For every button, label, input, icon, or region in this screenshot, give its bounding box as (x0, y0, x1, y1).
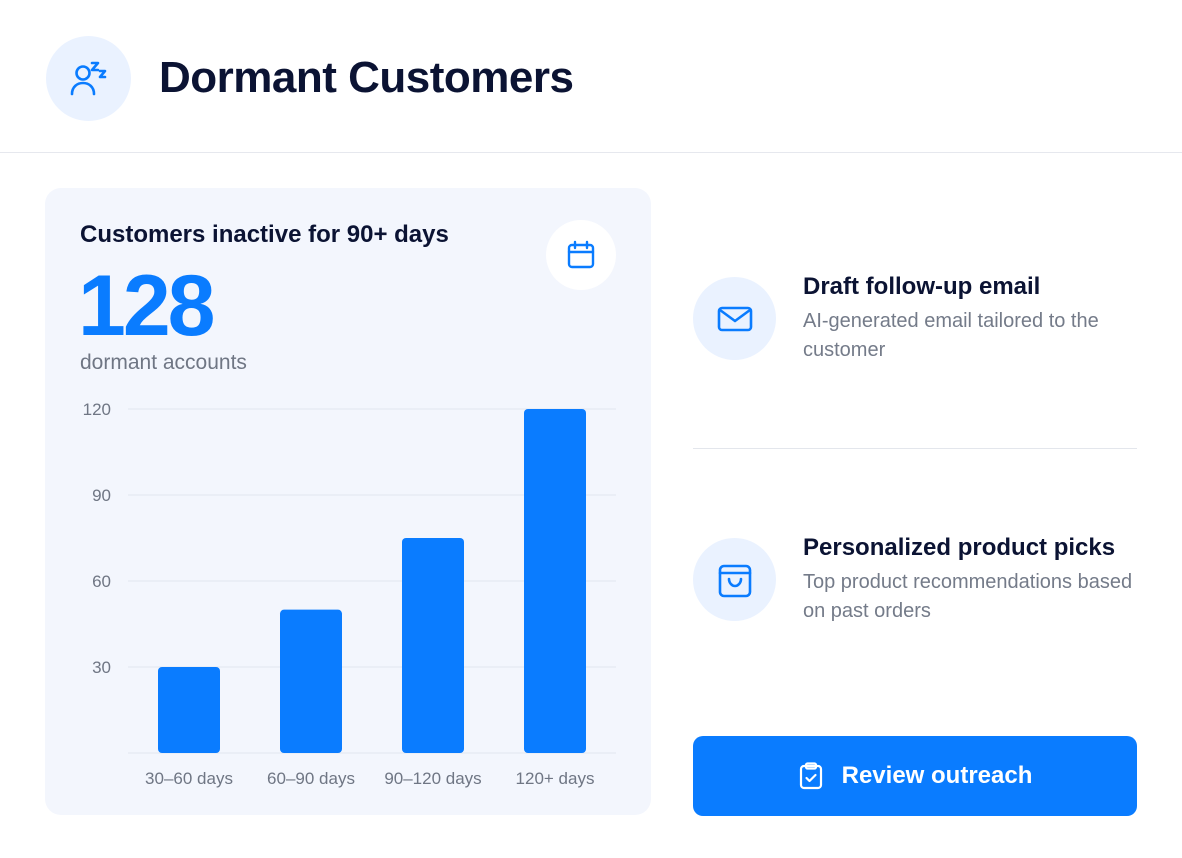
dormancy-bar-chart: 30 60 90 120 30–60 days 60–90 days 90–120 days… (83, 400, 616, 788)
bar (524, 409, 586, 753)
dormant-count-caption: dormant accounts (80, 351, 247, 374)
page-title: Dormant Customers (159, 53, 574, 102)
y-tick-label: 30 (92, 658, 111, 677)
dormant-stats-card: Customers inactive for 90+ days 128 dorm… (45, 188, 651, 815)
y-tick-label: 120 (83, 400, 111, 419)
shopping-bag-icon (693, 538, 776, 621)
review-outreach-label: Review outreach (841, 762, 1033, 789)
page-header: Dormant Customers (0, 0, 1182, 153)
dormant-count: 128 (78, 258, 215, 354)
sleeping-user-icon (46, 36, 131, 121)
mail-icon (693, 277, 776, 360)
x-tick-label: 90–120 days (384, 769, 481, 788)
action-description: AI-generated email tailored to the custo… (803, 310, 1099, 361)
x-tick-label: 120+ days (516, 769, 595, 788)
bar (280, 609, 342, 753)
bar (402, 538, 464, 753)
action-title: Personalized product picks (803, 534, 1116, 561)
x-tick-label: 30–60 days (145, 769, 233, 788)
calendar-icon (546, 220, 616, 290)
review-outreach-button[interactable]: Review outreach (693, 736, 1137, 816)
clipboard-check-icon (798, 762, 824, 790)
bar (158, 667, 220, 753)
y-tick-label: 90 (92, 486, 111, 505)
x-tick-label: 60–90 days (267, 769, 355, 788)
section-divider (693, 448, 1137, 449)
action-description: Top product recommendations based on pas… (803, 571, 1133, 622)
card-title: Customers inactive for 90+ days (80, 221, 449, 248)
y-tick-label: 60 (92, 572, 111, 591)
action-title: Draft follow-up email (803, 273, 1041, 300)
